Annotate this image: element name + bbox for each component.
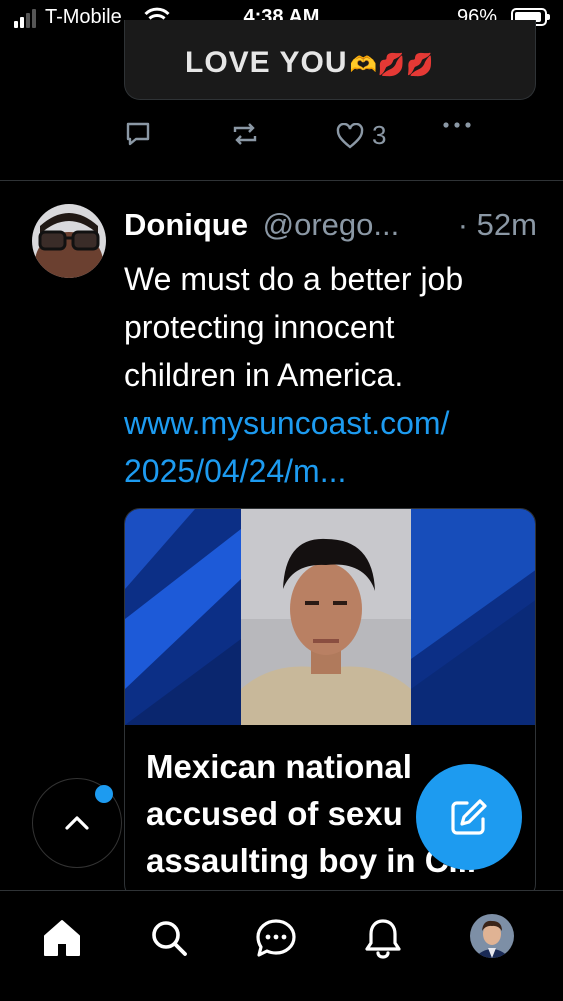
search-icon bbox=[152, 921, 187, 956]
previous-card-text: LOVE YOU🫶💋💋 bbox=[185, 46, 435, 79]
reply-button[interactable] bbox=[124, 120, 152, 148]
previous-post-actions: 3 bbox=[124, 120, 471, 156]
heart-emoji-icon: 🫶💋💋 bbox=[349, 52, 435, 77]
new-posts-indicator bbox=[95, 785, 113, 803]
link-preview-image bbox=[125, 509, 535, 725]
post-divider bbox=[0, 180, 563, 181]
previous-post-card[interactable]: LOVE YOU🫶💋💋 bbox=[124, 20, 536, 100]
author-handle[interactable]: @orego... bbox=[263, 207, 400, 242]
tab-profile-avatar[interactable] bbox=[470, 914, 514, 958]
chat-icon bbox=[256, 919, 296, 957]
post-link-line: www.mysuncoast.com/ bbox=[124, 405, 450, 441]
post-timestamp: · 52m bbox=[457, 207, 537, 242]
repost-button[interactable] bbox=[230, 120, 260, 148]
tab-home[interactable] bbox=[37, 913, 87, 963]
like-button[interactable]: 3 bbox=[336, 120, 386, 151]
post-link-line: 2025/04/24/m... bbox=[124, 453, 347, 489]
home-icon bbox=[44, 920, 80, 956]
reply-icon bbox=[126, 122, 150, 146]
compose-icon bbox=[451, 799, 487, 835]
repost-icon bbox=[233, 123, 257, 145]
tab-notifications[interactable] bbox=[358, 913, 408, 963]
tab-search[interactable] bbox=[144, 913, 194, 963]
notifications-icon bbox=[365, 919, 401, 959]
post-header: Donique @orego... · 52m bbox=[124, 207, 544, 243]
tab-chat[interactable] bbox=[251, 913, 301, 963]
chevron-up-icon bbox=[65, 816, 89, 830]
more-options-button[interactable] bbox=[442, 120, 472, 130]
author-avatar[interactable] bbox=[32, 204, 106, 278]
post-text-line: protecting innocent bbox=[124, 309, 395, 345]
post-text-line: We must do a better job bbox=[124, 261, 464, 297]
more-icon bbox=[443, 122, 471, 128]
compose-button[interactable] bbox=[416, 764, 522, 870]
post-text: We must do a better job protecting innoc… bbox=[124, 255, 544, 495]
post-text-line: children in America. bbox=[124, 357, 404, 393]
like-count: 3 bbox=[372, 120, 387, 150]
post-link[interactable]: www.mysuncoast.com/ 2025/04/24/m... bbox=[124, 399, 544, 495]
like-icon bbox=[336, 122, 364, 149]
author-name[interactable]: Donique bbox=[124, 207, 248, 242]
